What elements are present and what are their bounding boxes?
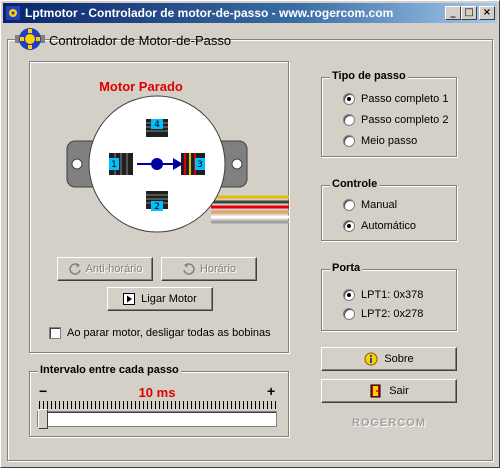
intervalo-title: Intervalo entre cada passo (38, 364, 181, 376)
radio-label: LPT2: 0x278 (361, 308, 424, 320)
coil-3: 3 (181, 153, 205, 175)
play-icon (123, 293, 136, 305)
controle-group: Controle (321, 178, 457, 241)
motor-wires (211, 195, 289, 224)
title-bar[interactable]: Lptmotor - Controlador de motor-de-passo… (3, 3, 497, 23)
minimize-button[interactable]: _ (445, 6, 461, 20)
porta-title: Porta (330, 262, 363, 274)
horario-label: Horário (199, 263, 237, 275)
radio-manual[interactable]: Manual (343, 199, 397, 211)
radio-label: Automático (361, 220, 417, 232)
rotate-right-icon (183, 263, 195, 275)
desligar-bobinas-checkbox[interactable]: Ao parar motor, desligar todas as bobina… (49, 327, 271, 339)
horario-button[interactable]: Horário (161, 257, 257, 281)
info-icon (364, 352, 378, 366)
motor-diagram: 4 2 1 3 (66, 95, 289, 233)
sobre-button[interactable]: Sobre (321, 347, 457, 371)
controle-title: Controle (330, 178, 380, 190)
interval-slider-track[interactable] (37, 411, 277, 427)
main-group-label: Controlador de Motor-de-Passo (49, 33, 232, 48)
radio-lpt1[interactable]: LPT1: 0x378 (343, 289, 423, 301)
interval-value: 10 ms (138, 385, 176, 400)
maximize-button[interactable]: □ (461, 6, 477, 20)
coil-1: 1 (109, 153, 133, 175)
coil-1-label: 1 (111, 160, 117, 170)
radio-label: Meio passo (361, 135, 418, 147)
radio-automatico[interactable]: Automático (343, 220, 416, 232)
coil-3-label: 3 (197, 160, 203, 170)
checkbox-box[interactable] (49, 327, 61, 339)
ligar-motor-button[interactable]: Ligar Motor (107, 287, 213, 311)
radio-meio-passo[interactable]: Meio passo (343, 135, 417, 147)
radio-dot[interactable] (343, 199, 355, 211)
radio-dot[interactable] (343, 135, 355, 147)
close-button[interactable]: × (479, 6, 495, 20)
radio-lpt2[interactable]: LPT2: 0x278 (343, 308, 423, 320)
radio-label: Passo completo 1 (361, 93, 449, 105)
coil-4-label: 4 (154, 120, 160, 130)
anti-horario-button[interactable]: Anti-horário (57, 257, 153, 281)
app-icon (6, 6, 20, 20)
main-window: Lptmotor - Controlador de motor-de-passo… (0, 0, 500, 468)
radio-dot[interactable] (343, 289, 355, 301)
tipo-passo-title: Tipo de passo (330, 70, 408, 82)
slider-ticks (39, 401, 277, 409)
checkbox-label: Ao parar motor, desligar todas as bobina… (67, 327, 271, 339)
motor-status: Motor Parado (99, 79, 183, 94)
sobre-label: Sobre (384, 353, 414, 365)
radio-passo-completo-2[interactable]: Passo completo 2 (343, 114, 448, 126)
radio-dot[interactable] (343, 308, 355, 320)
radio-dot[interactable] (343, 114, 355, 126)
radio-label: LPT1: 0x378 (361, 289, 424, 301)
interval-slider-thumb[interactable] (38, 409, 48, 429)
rotate-left-icon (68, 263, 81, 275)
sair-button[interactable]: Sair (321, 379, 457, 403)
anti-horario-label: Anti-horário (85, 263, 143, 275)
radio-dot[interactable] (343, 93, 355, 105)
coil-2: 2 (146, 191, 168, 212)
window-title: Lptmotor - Controlador de motor-de-passo… (25, 6, 394, 20)
motor-logo-icon (15, 28, 45, 50)
radio-label: Passo completo 2 (361, 114, 449, 126)
coil-4: 4 (146, 119, 168, 137)
brand-label: ROGERCOM (352, 417, 426, 429)
radio-dot[interactable] (343, 220, 355, 232)
sair-label: Sair (389, 385, 409, 397)
radio-passo-completo-1[interactable]: Passo completo 1 (343, 93, 448, 105)
flange-hole-left (71, 158, 83, 170)
radio-label: Manual (361, 199, 398, 211)
exit-door-icon (370, 384, 381, 398)
coil-2-label: 2 (154, 202, 160, 212)
ligar-motor-label: Ligar Motor (141, 293, 197, 305)
flange-hole-right (231, 158, 243, 170)
main-group-title: Controlador de Motor-de-Passo (15, 27, 231, 51)
